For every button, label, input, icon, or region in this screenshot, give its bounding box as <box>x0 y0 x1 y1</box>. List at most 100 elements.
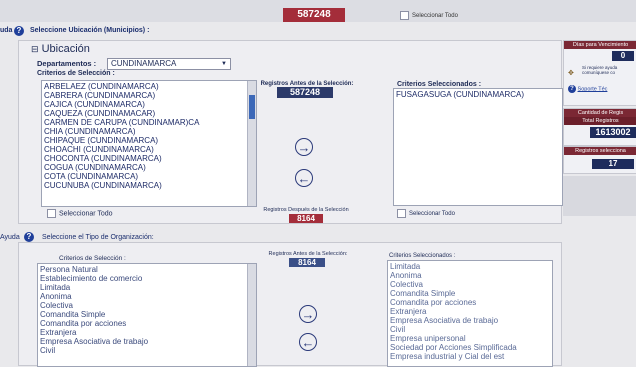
before2-label: Registros Antes de la Selección: <box>268 251 348 257</box>
help-icon[interactable]: ? <box>14 26 24 36</box>
list-item[interactable]: Empresa unipersonal <box>388 334 552 343</box>
after-label: Registros Después de la Selección <box>263 207 349 213</box>
selected2-label: Criterios Seleccionados : <box>389 253 456 259</box>
section1-title: Seleccione Ubicación (Municipios) : <box>30 27 150 34</box>
list-item[interactable]: Empresa industrial y Cial del est <box>388 352 552 361</box>
days-counter: 0 <box>612 51 634 61</box>
top-select-all[interactable]: Seleccionar Todo <box>400 11 458 20</box>
before2-counter: 8164 <box>289 258 325 267</box>
circle-arrow-left-icon: ← <box>301 335 315 350</box>
selected-count-label: Registros selecciona <box>564 147 636 155</box>
list-item[interactable]: Comandita Simple <box>38 310 256 319</box>
list-item[interactable]: Colectiva <box>38 301 256 310</box>
qty-label: Cantidad de Regis <box>564 109 636 117</box>
circle-arrow-right-icon: → <box>297 140 311 155</box>
list-item[interactable]: CABRERA (CUNDINAMARCA) <box>42 91 256 100</box>
list-item[interactable]: Civil <box>388 325 552 334</box>
list-item[interactable]: CHIPAQUE (CUNDINAMARCA) <box>42 136 256 145</box>
support-link-text: Soporte Téc <box>577 86 608 93</box>
days-label: Días para Vencimiento <box>564 41 636 49</box>
section1-help-label[interactable]: uda <box>0 27 12 34</box>
remove-selection-button[interactable]: ← <box>295 169 313 187</box>
list-item[interactable]: Limitada <box>38 283 256 292</box>
organizacion-list[interactable]: Persona Natural Establecimiento de comerc… <box>37 263 257 367</box>
criteria-label: Criterios de Selección : <box>37 70 115 77</box>
list-item[interactable]: ARBELAEZ (CUNDINAMARCA) <box>42 82 256 91</box>
list-item[interactable]: Anonima <box>388 271 552 280</box>
select-all-left[interactable]: Seleccionar Todo <box>47 209 113 218</box>
ubicacion-heading-text: Ubicación <box>41 43 90 55</box>
list-item[interactable]: Comandita Simple <box>388 289 552 298</box>
ubicacion-panel: ⊟ Ubicación Departamentos : CUNDINAMARCA… <box>18 40 563 224</box>
list-item[interactable]: Limitada <box>388 262 552 271</box>
list-item[interactable]: Extranjera <box>38 328 256 337</box>
select-all-left-label: Seleccionar Todo <box>59 210 113 218</box>
municipios-scrollbar[interactable] <box>247 81 256 206</box>
list-item[interactable]: COGUA (CUNDINAMARCA) <box>42 163 256 172</box>
list-item[interactable]: Establecimiento de comercio <box>38 274 256 283</box>
list-item[interactable]: FUSAGASUGA (CUNDINAMARCA) <box>394 90 562 99</box>
total-label: Total Registros <box>564 117 636 125</box>
top-counter: 587248 <box>283 8 345 22</box>
selected-list[interactable]: FUSAGASUGA (CUNDINAMARCA) <box>393 88 563 206</box>
total-counter: 1613002 <box>590 127 636 138</box>
list-item[interactable]: CAJICA (CUNDINAMARCA) <box>42 100 256 109</box>
organizacion-scrollbar[interactable] <box>247 264 256 366</box>
ubicacion-heading: ⊟ Ubicación <box>31 43 90 55</box>
move-icon: ✥ <box>568 70 574 77</box>
totals-card: Cantidad de Regis Total Registros 161300… <box>563 108 636 146</box>
list-item[interactable]: Extranjera <box>388 307 552 316</box>
dept-select-value: CUNDINAMARCA <box>111 59 177 68</box>
organizacion-items: Persona Natural Establecimiento de comerc… <box>38 264 256 355</box>
top-select-all-checkbox[interactable] <box>400 11 409 20</box>
select-all-right-label: Seleccionar Todo <box>409 211 455 218</box>
list-item[interactable]: COTA (CUNDINAMARCA) <box>42 172 256 181</box>
circle-arrow-right-icon: → <box>301 307 315 322</box>
selected-count-counter: 17 <box>592 159 634 169</box>
dept-select[interactable]: CUNDINAMARCA ▼ <box>107 58 231 70</box>
selected-label: Criterios Seleccionados : <box>397 81 482 88</box>
help-icon: ? <box>568 85 576 93</box>
support-link[interactable]: ? Soporte Téc <box>568 85 607 93</box>
municipios-scroll-thumb[interactable] <box>249 95 255 119</box>
help-note: Si requiere ayuda comuníquese co <box>582 65 618 75</box>
section1-header: uda ? Seleccione Ubicación (Municipios) … <box>0 26 560 38</box>
list-item[interactable]: Empresa Asociativa de trabajo <box>38 337 256 346</box>
select-all-right[interactable]: Seleccionar Todo <box>397 209 455 218</box>
section2-help-label[interactable]: Ayuda <box>0 234 20 241</box>
collapse-icon[interactable]: ⊟ <box>31 44 39 54</box>
info-card: Días para Vencimiento 0 ✥ Si requiere ay… <box>563 40 636 106</box>
top-select-all-label: Seleccionar Todo <box>412 13 458 20</box>
list-item[interactable]: Empresa Asociativa de trabajo <box>388 316 552 325</box>
criteria2-label: Criterios de Selección : <box>59 255 126 262</box>
list-item[interactable]: Colectiva <box>388 280 552 289</box>
list-item[interactable]: CHOACHI (CUNDINAMARCA) <box>42 145 256 154</box>
add-selection-button[interactable]: → <box>295 138 313 156</box>
remove-selection2-button[interactable]: ← <box>299 333 317 351</box>
before-counter: 587248 <box>277 87 333 98</box>
circle-arrow-left-icon: ← <box>297 171 311 186</box>
help-icon[interactable]: ? <box>24 232 34 242</box>
after-counter: 8164 <box>289 214 323 223</box>
sidebar-blank <box>563 176 636 216</box>
list-item[interactable]: CUCUNUBA (CUNDINAMARCA) <box>42 181 256 190</box>
list-item[interactable]: Sociedad por Acciones Simplificada <box>388 343 552 352</box>
list-item[interactable]: CAQUEZA (CUNDINAMACAR) <box>42 109 256 118</box>
municipios-list[interactable]: ARBELAEZ (CUNDINAMARCA) CABRERA (CUNDINAM… <box>41 80 257 207</box>
selected-count-card: Registros selecciona 17 <box>563 146 636 174</box>
list-item[interactable]: Anonima <box>38 292 256 301</box>
select-all-right-checkbox[interactable] <box>397 209 406 218</box>
list-item[interactable]: CHIA (CUNDINAMARCA) <box>42 127 256 136</box>
selected2-list[interactable]: Limitada Anonima Colectiva Comandita Simple… <box>387 260 553 367</box>
list-item[interactable]: CARMEN DE CARUPA (CUNDINAMAR)CA <box>42 118 256 127</box>
list-item[interactable]: Comandita por acciones <box>388 298 552 307</box>
selected-items: FUSAGASUGA (CUNDINAMARCA) <box>394 89 562 99</box>
list-item[interactable]: CHOCONTA (CUNDINAMARCA) <box>42 154 256 163</box>
organizacion-panel: Criterios de Selección : Persona Natural… <box>18 242 562 367</box>
selected2-items: Limitada Anonima Colectiva Comandita Simple… <box>388 261 552 361</box>
list-item[interactable]: Persona Natural <box>38 265 256 274</box>
select-all-left-checkbox[interactable] <box>47 209 56 218</box>
list-item[interactable]: Comandita por acciones <box>38 319 256 328</box>
list-item[interactable]: Civil <box>38 346 256 355</box>
add-selection2-button[interactable]: → <box>299 305 317 323</box>
